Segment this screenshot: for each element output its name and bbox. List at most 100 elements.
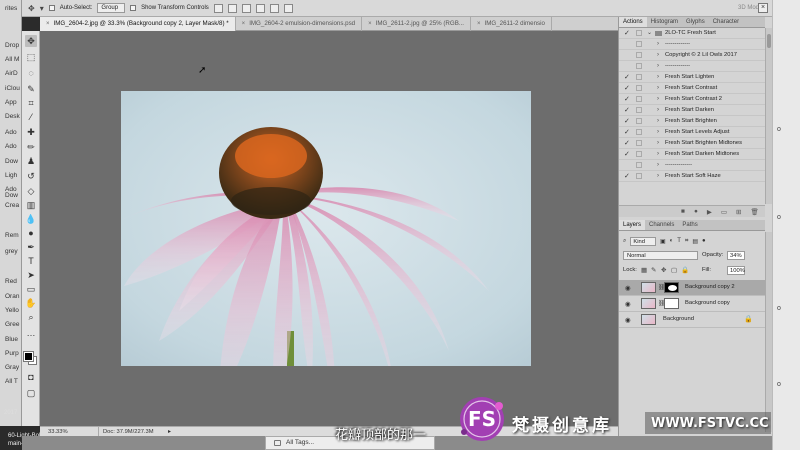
tab-img-2611-2-dimensions[interactable]: × IMG_2611-2 dimensio bbox=[471, 17, 552, 31]
close-icon[interactable]: × bbox=[758, 3, 768, 13]
sidebar-item[interactable]: Ado bbox=[5, 129, 17, 136]
dialog-toggle[interactable] bbox=[636, 74, 642, 80]
align-icon[interactable] bbox=[213, 3, 223, 13]
quick-select-tool-icon[interactable]: ✎ bbox=[25, 83, 37, 95]
filter-kind-dropdown[interactable]: Kind bbox=[630, 236, 656, 246]
auto-select-checkbox[interactable] bbox=[48, 5, 55, 11]
dialog-toggle[interactable] bbox=[636, 129, 642, 135]
dodge-tool-icon[interactable]: ● bbox=[25, 227, 37, 239]
dialog-toggle[interactable] bbox=[636, 96, 642, 102]
sidebar-item[interactable]: grey bbox=[5, 248, 18, 255]
play-icon[interactable]: ▶ bbox=[707, 208, 712, 216]
trash-icon[interactable]: 🗑 bbox=[750, 208, 758, 216]
lock-artboard-icon[interactable]: ▢ bbox=[671, 266, 677, 274]
pen-tool-icon[interactable]: ✒ bbox=[25, 241, 37, 253]
sidebar-item[interactable]: Red bbox=[5, 278, 17, 285]
eye-icon[interactable]: ◉ bbox=[625, 316, 631, 324]
chevron-right-icon[interactable]: › bbox=[657, 138, 659, 149]
close-tab-icon[interactable]: × bbox=[242, 21, 246, 27]
check-icon[interactable]: ✓ bbox=[624, 127, 630, 138]
distribute-icon[interactable] bbox=[283, 3, 293, 13]
shape-filter-icon[interactable]: ⌗ bbox=[685, 238, 688, 245]
actions-scrollbar[interactable] bbox=[765, 28, 772, 204]
sidebar-item[interactable]: iClou bbox=[5, 85, 20, 92]
smart-object-filter-icon[interactable]: ▤ bbox=[692, 238, 698, 245]
chevron-right-icon[interactable]: › bbox=[657, 171, 659, 182]
tab-actions[interactable]: Actions bbox=[619, 17, 647, 27]
screen-mode-icon[interactable]: ▢ bbox=[25, 387, 37, 399]
dialog-toggle[interactable] bbox=[636, 173, 642, 179]
eraser-tool-icon[interactable]: ◇ bbox=[25, 185, 37, 197]
auto-select-dropdown[interactable]: Group bbox=[97, 3, 126, 13]
show-transform-checkbox[interactable] bbox=[130, 5, 137, 11]
dialog-toggle[interactable] bbox=[636, 162, 642, 168]
sidebar-item[interactable]: Drop bbox=[5, 42, 19, 49]
filter-toggle-icon[interactable]: ● bbox=[702, 238, 706, 244]
chevron-right-icon[interactable]: › bbox=[657, 160, 659, 171]
tab-character[interactable]: Character bbox=[709, 17, 743, 27]
blur-tool-icon[interactable]: 💧 bbox=[25, 213, 37, 225]
opacity-input[interactable]: 34% bbox=[727, 251, 745, 260]
check-icon[interactable]: ✓ bbox=[624, 28, 630, 39]
action-row[interactable]: › ------------- bbox=[619, 39, 765, 50]
close-tab-icon[interactable]: × bbox=[477, 21, 481, 27]
check-icon[interactable]: ✓ bbox=[624, 83, 630, 94]
eye-icon[interactable]: ◉ bbox=[625, 284, 631, 292]
dialog-toggle[interactable] bbox=[636, 151, 642, 157]
sidebar-item[interactable]: Desk bbox=[5, 113, 20, 120]
check-icon[interactable]: ✓ bbox=[624, 138, 630, 149]
chevron-right-icon[interactable]: › bbox=[657, 127, 659, 138]
blend-mode-dropdown[interactable]: Normal bbox=[623, 251, 698, 260]
dialog-toggle[interactable] bbox=[636, 52, 642, 58]
sidebar-item[interactable]: Gree bbox=[5, 321, 19, 328]
gradient-tool-icon[interactable]: ▥ bbox=[25, 199, 37, 211]
pixel-filter-icon[interactable]: ▣ bbox=[660, 238, 666, 245]
action-row[interactable]: ✓ › Fresh Start Darken bbox=[619, 105, 765, 116]
tab-layers[interactable]: Layers bbox=[619, 220, 646, 230]
more-tools-icon[interactable]: … bbox=[25, 327, 37, 339]
align-icon[interactable] bbox=[255, 3, 265, 13]
path-select-icon[interactable]: ➤ bbox=[25, 269, 37, 281]
layers-scrollbar[interactable] bbox=[765, 232, 772, 432]
lock-all-icon[interactable]: 🔒 bbox=[681, 266, 689, 274]
check-icon[interactable]: ✓ bbox=[624, 116, 630, 127]
action-row[interactable]: ✓ › Fresh Start Soft Haze bbox=[619, 171, 765, 182]
sidebar-item[interactable]: All T bbox=[5, 378, 18, 385]
chevron-down-icon[interactable]: ▾ bbox=[40, 4, 44, 13]
chevron-right-icon[interactable]: › bbox=[657, 72, 659, 83]
eye-icon[interactable]: ◉ bbox=[625, 300, 631, 308]
lock-position-icon[interactable]: ✥ bbox=[661, 266, 666, 274]
action-row[interactable]: ✓ › Fresh Start Brighten Midtones bbox=[619, 138, 765, 149]
sidebar-item[interactable]: Rem bbox=[5, 232, 19, 239]
action-row[interactable]: › ------------- bbox=[619, 61, 765, 72]
chevron-right-icon[interactable]: › bbox=[657, 83, 659, 94]
stop-icon[interactable]: ■ bbox=[681, 208, 685, 215]
check-icon[interactable]: ✓ bbox=[624, 171, 630, 182]
hand-tool-icon[interactable]: ✋ bbox=[25, 297, 37, 309]
align-icon[interactable] bbox=[227, 3, 237, 13]
move-tool-icon[interactable]: ✥ bbox=[25, 35, 37, 47]
sidebar-item[interactable]: Dow bbox=[5, 192, 18, 199]
action-row[interactable]: ✓ › Fresh Start Darken Midtones bbox=[619, 149, 765, 160]
chevron-right-icon[interactable]: › bbox=[657, 94, 659, 105]
tab-paths[interactable]: Paths bbox=[678, 220, 701, 230]
check-icon[interactable]: ✓ bbox=[624, 94, 630, 105]
sidebar-item[interactable]: Ado bbox=[5, 143, 17, 150]
lock-transparency-icon[interactable]: ▦ bbox=[641, 266, 647, 274]
flower-photo[interactable] bbox=[121, 91, 531, 366]
tab-img-2611-2[interactable]: × IMG_2611-2.jpg @ 25% (RGB... bbox=[362, 17, 471, 31]
chevron-down-icon[interactable]: ⌄ bbox=[647, 28, 652, 39]
marquee-tool-icon[interactable]: ⬚ bbox=[25, 51, 37, 63]
close-tab-icon[interactable]: × bbox=[368, 21, 372, 27]
sidebar-item[interactable]: Gray bbox=[5, 364, 19, 371]
tab-histogram[interactable]: Histogram bbox=[647, 17, 682, 27]
action-row[interactable]: ✓ › Fresh Start Lighten bbox=[619, 72, 765, 83]
align-icon[interactable] bbox=[241, 3, 251, 13]
eyedropper-tool-icon[interactable]: ⁄ bbox=[25, 111, 37, 123]
check-icon[interactable]: ✓ bbox=[624, 72, 630, 83]
dialog-toggle[interactable] bbox=[636, 140, 642, 146]
sidebar-item[interactable]: Crea bbox=[5, 202, 19, 209]
dialog-toggle[interactable] bbox=[636, 85, 642, 91]
chevron-right-icon[interactable]: › bbox=[657, 105, 659, 116]
lasso-tool-icon[interactable]: ◌ bbox=[25, 67, 37, 79]
